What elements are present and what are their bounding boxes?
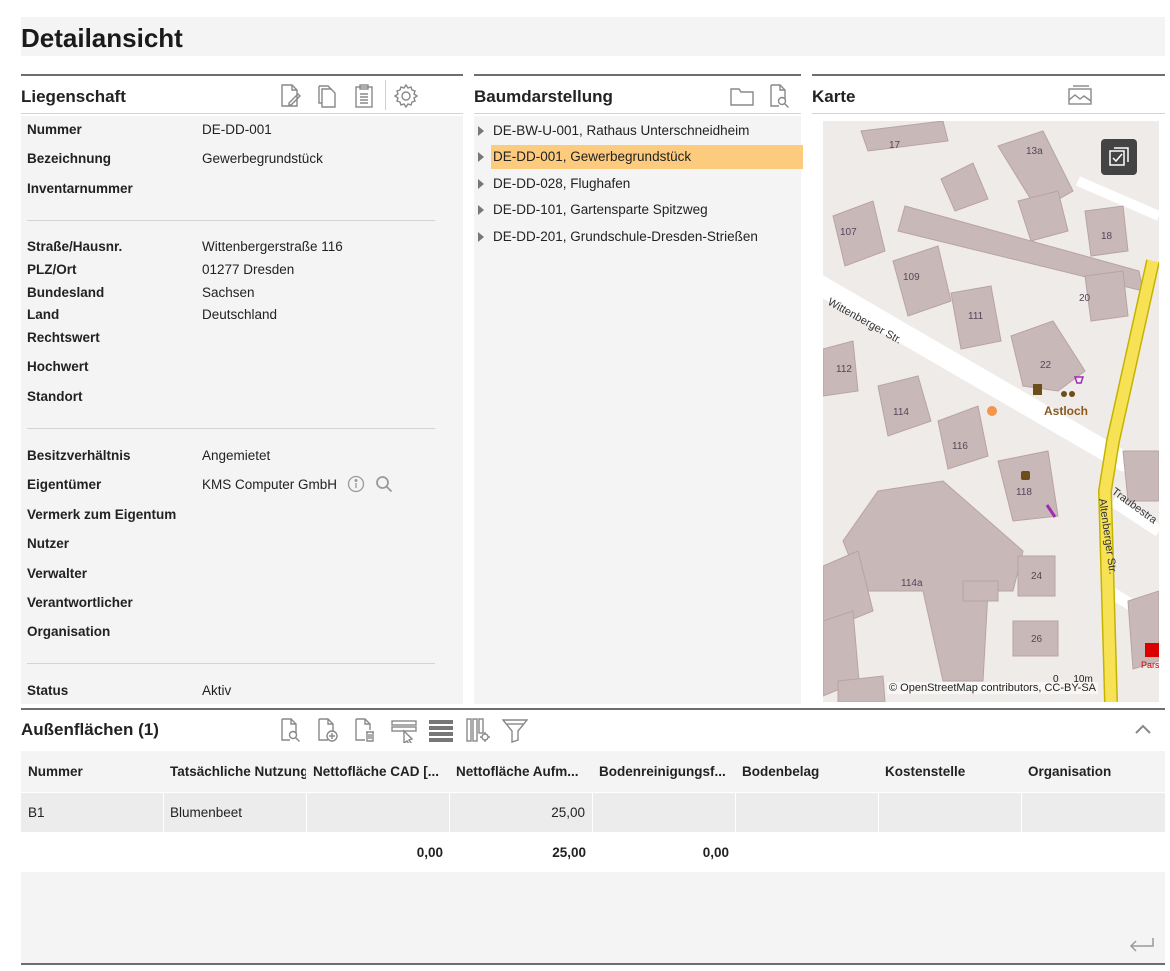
tree-panel-title: Baumdarstellung <box>474 87 613 106</box>
table-header-row: Nummer Tatsächliche Nutzung Nettofläche … <box>21 751 1165 792</box>
table-cell: 25,00 <box>551 805 585 820</box>
map-view[interactable]: 17 13a 107 18 109 20 111 112 22 114 116 … <box>823 121 1159 702</box>
house-number: 24 <box>1031 571 1043 582</box>
cell-separator <box>306 793 307 832</box>
column-header[interactable]: Bodenreinigungsf... <box>599 764 735 779</box>
divider <box>27 428 435 429</box>
page-header: Detailansicht <box>21 17 1165 56</box>
document-delete-icon[interactable] <box>350 716 378 744</box>
map-panel-header: Karte <box>812 74 1165 114</box>
cell-separator <box>163 793 164 832</box>
toolbar-separator <box>385 80 386 110</box>
house-number: 26 <box>1031 634 1043 645</box>
document-add-icon[interactable] <box>313 716 341 744</box>
divider <box>27 220 435 221</box>
outdoor-areas-header: Außenflächen (1) <box>21 708 1165 750</box>
map-panel-title: Karte <box>812 87 856 106</box>
page-title: Detailansicht <box>21 23 183 53</box>
house-number: 18 <box>1101 231 1113 242</box>
copy-icon[interactable] <box>313 82 341 110</box>
property-panel-title: Liegenschaft <box>21 87 126 106</box>
house-number: 17 <box>889 140 901 151</box>
pharmacy-label: Pars Apoth <box>1141 660 1159 670</box>
tree-item[interactable]: DE-DD-101, Gartensparte Spitzweg <box>474 197 801 223</box>
house-number: 114 <box>893 407 909 418</box>
tree-panel-header: Baumdarstellung <box>474 74 801 114</box>
table-empty-area <box>21 872 1165 964</box>
house-number: 111 <box>968 311 984 322</box>
table-row[interactable]: B1 Blumenbeet 25,00 <box>21 793 1165 832</box>
house-number: 22 <box>1040 360 1052 371</box>
table-cell: B1 <box>28 805 45 820</box>
sum-cell: 0,00 <box>416 845 443 860</box>
house-number: 114a <box>901 578 923 589</box>
column-header[interactable]: Nettofläche Aufm... <box>456 764 592 779</box>
cell-separator <box>878 793 879 832</box>
column-header[interactable]: Kostenstelle <box>885 764 1021 779</box>
divider <box>27 663 435 664</box>
house-number: 20 <box>1079 293 1091 304</box>
expand-arrow-icon[interactable] <box>478 152 484 162</box>
column-header[interactable]: Organisation <box>1028 764 1164 779</box>
cell-separator <box>449 793 450 832</box>
outdoor-areas-title: Außenflächen (1) <box>21 720 159 739</box>
house-number: 118 <box>1016 487 1032 498</box>
expand-arrow-icon[interactable] <box>478 179 484 189</box>
tree-item[interactable]: DE-DD-201, Grundschule-Dresden-Strießen <box>474 224 801 250</box>
map-scale: 0 10m <box>1053 674 1093 685</box>
tree-item-selected[interactable]: DE-DD-001, Gewerbegrundstück <box>474 144 803 170</box>
column-header[interactable]: Nettofläche CAD [... <box>313 764 449 779</box>
column-settings-icon[interactable] <box>464 716 492 744</box>
tree-view: DE-BW-U-001, Rathaus Unterschneidheim DE… <box>474 116 803 704</box>
cell-separator <box>592 793 593 832</box>
tree-item[interactable]: DE-BW-U-001, Rathaus Unterschneidheim <box>474 118 801 144</box>
table-cell: Blumenbeet <box>170 805 243 820</box>
select-rows-icon[interactable] <box>390 716 418 744</box>
search-icon[interactable] <box>375 475 393 496</box>
document-search-icon[interactable] <box>276 716 304 744</box>
edit-document-icon[interactable] <box>276 82 304 110</box>
gear-icon[interactable] <box>392 82 420 110</box>
table-sum-row: 0,00 25,00 0,00 <box>21 833 1165 871</box>
house-number: 116 <box>952 441 968 452</box>
cell-separator <box>735 793 736 832</box>
bottom-border <box>21 963 1165 965</box>
owner-value: KMS Computer GmbH <box>202 477 338 493</box>
column-header[interactable]: Nummer <box>28 764 158 779</box>
house-number: 13a <box>1026 146 1043 157</box>
table-rows-icon[interactable] <box>427 716 455 744</box>
poi-label: Astloch <box>1044 404 1088 418</box>
expand-arrow-icon[interactable] <box>478 205 484 215</box>
map-canvas: 17 13a 107 18 109 20 111 112 22 114 116 … <box>823 121 1159 702</box>
property-details: Nummer DE-DD-001 Bezeichnung Gewerbegrunds… <box>21 116 463 704</box>
collapse-chevron-up-icon[interactable] <box>1129 716 1157 744</box>
house-number: 109 <box>903 272 920 283</box>
sum-cell: 25,00 <box>552 845 586 860</box>
house-number: 112 <box>836 364 852 375</box>
expand-arrow-icon[interactable] <box>478 232 484 242</box>
info-icon[interactable] <box>347 475 365 496</box>
folder-icon[interactable] <box>728 82 756 110</box>
column-header[interactable]: Tatsächliche Nutzung <box>170 764 306 779</box>
tree-item[interactable]: DE-DD-028, Flughafen <box>474 171 801 197</box>
layers-check-icon <box>1109 147 1129 166</box>
clipboard-icon[interactable] <box>350 82 378 110</box>
document-search-icon[interactable] <box>765 82 793 110</box>
return-arrow-icon[interactable] <box>1127 934 1155 958</box>
cell-separator <box>1021 793 1022 832</box>
filter-icon[interactable] <box>501 716 529 744</box>
map-layer-toggle-button[interactable] <box>1101 139 1137 175</box>
house-number: 107 <box>840 227 857 238</box>
column-header[interactable]: Bodenbelag <box>742 764 878 779</box>
expand-arrow-icon[interactable] <box>478 126 484 136</box>
property-panel-header: Liegenschaft <box>21 74 463 114</box>
sum-cell: 0,00 <box>702 845 729 860</box>
map-image-icon[interactable] <box>1066 82 1094 110</box>
